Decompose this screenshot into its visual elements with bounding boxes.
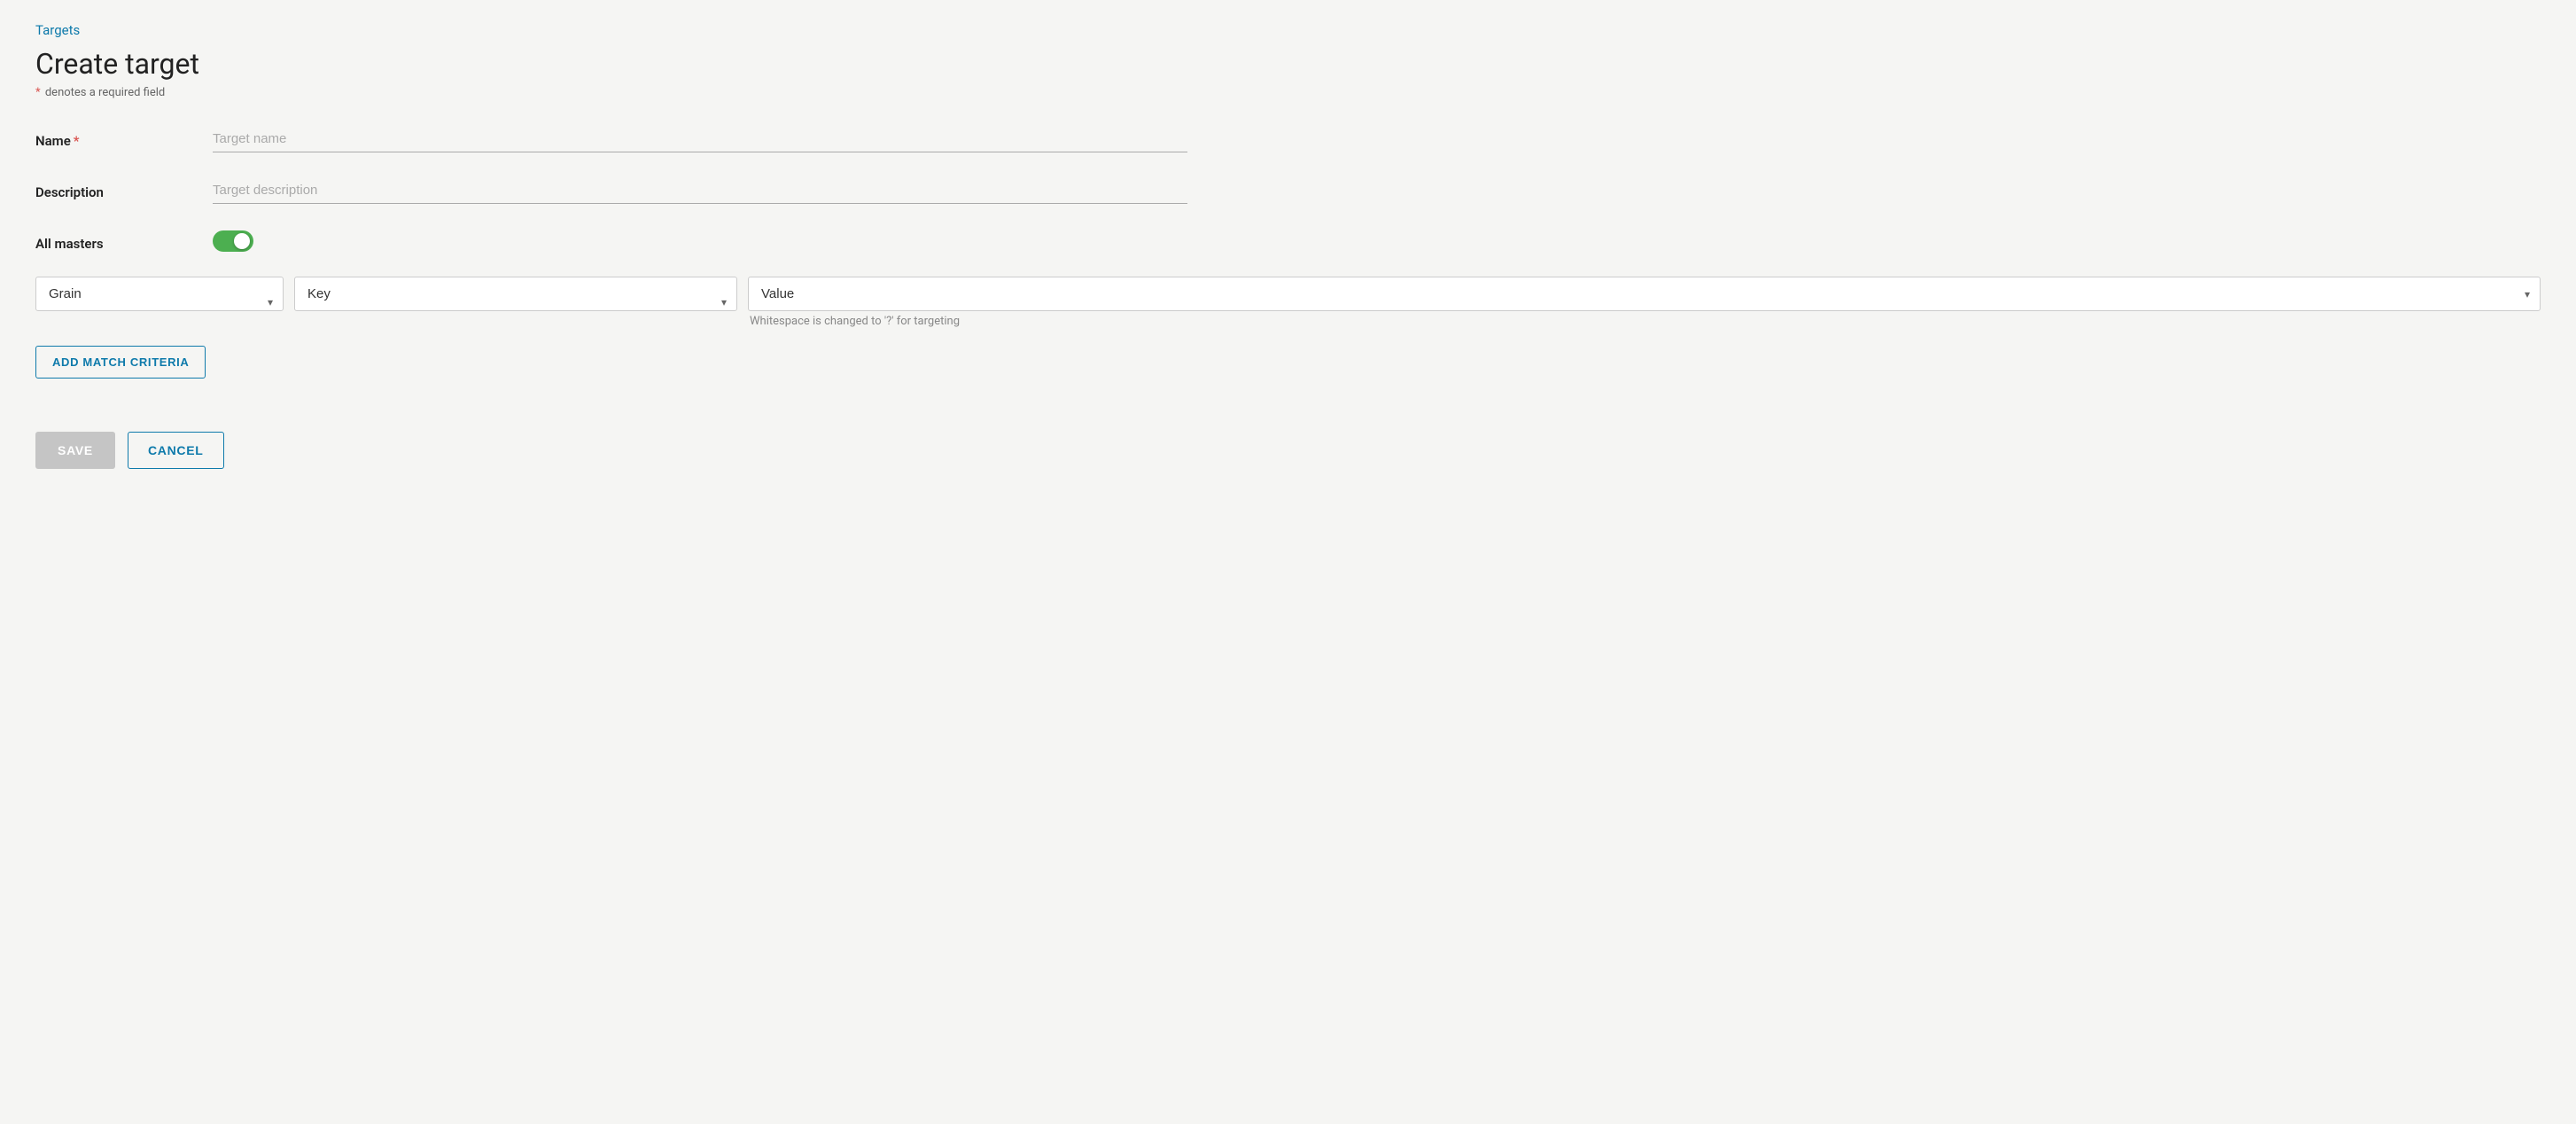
criteria-section: Grain Minion ID OS Grain ▾ Key ▾ Value ▾…: [35, 277, 2541, 379]
value-col: Value ▾ Whitespace is changed to '?' for…: [748, 277, 2541, 328]
value-select-wrapper: Value ▾: [748, 277, 2541, 311]
cancel-button[interactable]: CANCEL: [128, 432, 224, 469]
name-label: Name*: [35, 126, 213, 149]
save-button[interactable]: SAVE: [35, 432, 115, 469]
description-row: Description: [35, 177, 2541, 204]
key-select[interactable]: Key: [294, 277, 737, 311]
grain-select[interactable]: Grain Minion ID OS Grain: [35, 277, 284, 311]
grain-select-wrapper: Grain Minion ID OS Grain ▾: [35, 277, 284, 328]
all-masters-label: All masters: [35, 229, 213, 252]
value-select[interactable]: Value: [748, 277, 2541, 311]
description-label: Description: [35, 177, 213, 200]
description-input[interactable]: [213, 177, 1187, 204]
all-masters-toggle[interactable]: [213, 230, 253, 252]
value-hint: Whitespace is changed to '?' for targeti…: [748, 315, 2541, 328]
create-target-form: Name* Description All masters: [35, 126, 2541, 252]
required-field-note: * denotes a required field: [35, 86, 2541, 99]
all-masters-toggle-wrapper: [213, 229, 253, 252]
page-title: Create target: [35, 47, 2541, 81]
name-input[interactable]: [213, 126, 1187, 152]
name-row: Name*: [35, 126, 2541, 152]
add-match-criteria-button[interactable]: ADD MATCH CRITERIA: [35, 346, 206, 379]
all-masters-row: All masters: [35, 229, 2541, 252]
key-select-wrapper: Key ▾: [294, 277, 737, 328]
footer-buttons: SAVE CANCEL: [35, 432, 2541, 469]
toggle-slider: [213, 230, 253, 252]
criteria-row: Grain Minion ID OS Grain ▾ Key ▾ Value ▾…: [35, 277, 2541, 328]
targets-breadcrumb-link[interactable]: Targets: [35, 22, 80, 38]
required-asterisk: *: [35, 86, 41, 99]
